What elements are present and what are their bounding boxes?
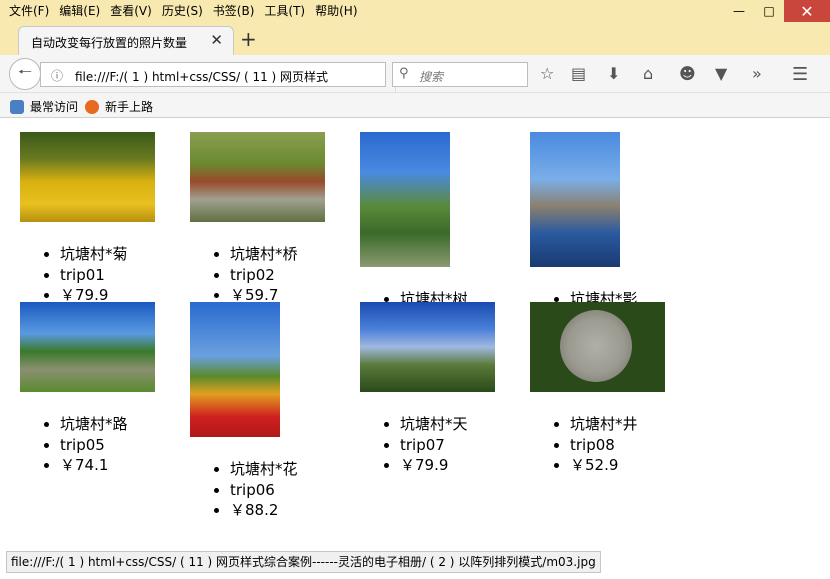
menu-edit[interactable]: 编辑(E) <box>54 1 105 21</box>
nav-bar: 🠐 ⓘ file:///F:/( 1 ) html+css/CSS/ ( 11 … <box>0 55 830 95</box>
status-bar: file:///F:/( 1 ) html+css/CSS/ ( 11 ) 网页… <box>6 551 601 573</box>
photo-flowers[interactable] <box>190 302 280 437</box>
menu-tools[interactable]: 工具(T) <box>259 1 310 21</box>
bookmark-most-visited[interactable]: 最常访问 <box>10 98 78 115</box>
reading-list-icon[interactable]: ▤ <box>571 64 586 83</box>
photo-road[interactable] <box>20 302 155 392</box>
firefox-icon <box>85 99 99 114</box>
minimize-icon[interactable]: — <box>724 0 754 22</box>
tab-close-icon[interactable]: ✕ <box>210 31 223 49</box>
menu-help[interactable]: 帮助(H) <box>310 1 362 21</box>
bookmark-getting-started[interactable]: 新手上路 <box>85 98 153 115</box>
smiley-icon[interactable]: ☻ <box>679 64 696 83</box>
search-icon: ⚲ <box>399 66 409 81</box>
menu-view[interactable]: 查看(V) <box>105 1 157 21</box>
new-tab-icon[interactable]: + <box>240 27 257 51</box>
photo-chrysanthemum[interactable] <box>20 132 155 222</box>
menu-bookmarks[interactable]: 书签(B) <box>208 1 260 21</box>
photo-well-cover[interactable] <box>530 302 665 392</box>
window-controls: — □ ✕ <box>724 0 830 22</box>
menu-history[interactable]: 历史(S) <box>157 1 208 21</box>
close-window-icon[interactable]: ✕ <box>784 0 830 22</box>
menu-file[interactable]: 文件(F) <box>4 1 54 21</box>
back-arrow-icon[interactable]: 🠐 <box>9 58 41 90</box>
tab-title: 自动改变每行放置的照片数量 <box>31 36 188 50</box>
well-cover-shape <box>560 310 632 382</box>
maximize-icon[interactable]: □ <box>754 0 784 22</box>
star-icon[interactable]: ☆ <box>540 64 554 83</box>
search-input[interactable]: ⚲ 搜索 <box>392 62 528 87</box>
info-icon[interactable]: ⓘ <box>51 67 63 84</box>
photo-tree[interactable] <box>360 132 450 267</box>
photo-bridge[interactable] <box>190 132 325 222</box>
download-icon[interactable]: ⬇ <box>607 64 620 83</box>
photo-sky[interactable] <box>360 302 495 392</box>
search-placeholder: 搜索 <box>419 70 444 84</box>
page-content: 坑塘村*菊trip01￥79.9 坑塘村*桥trip02￥59.7 坑塘村*树t… <box>0 119 830 550</box>
menu-bar: 文件(F) 编辑(E) 查看(V) 历史(S) 书签(B) 工具(T) 帮助(H… <box>4 1 363 21</box>
url-bar[interactable]: ⓘ file:///F:/( 1 ) html+css/CSS/ ( 11 ) … <box>40 62 417 95</box>
home-icon[interactable]: ⌂ <box>643 64 653 83</box>
overflow-chevron-icon[interactable]: » <box>752 64 762 83</box>
tab-active[interactable]: 自动改变每行放置的照片数量 ✕ <box>18 26 234 55</box>
pocket-icon[interactable]: ▼ <box>715 64 727 83</box>
folder-icon <box>10 99 24 114</box>
tab-strip: 自动改变每行放置的照片数量 ✕ + <box>0 22 830 55</box>
bookmarks-bar: 最常访问 新手上路 <box>0 93 830 118</box>
hamburger-menu-icon[interactable]: ☰ <box>792 64 808 85</box>
photo-reflection[interactable] <box>530 132 620 267</box>
url-text: file:///F:/( 1 ) html+css/CSS/ ( 11 ) 网页… <box>75 70 329 84</box>
